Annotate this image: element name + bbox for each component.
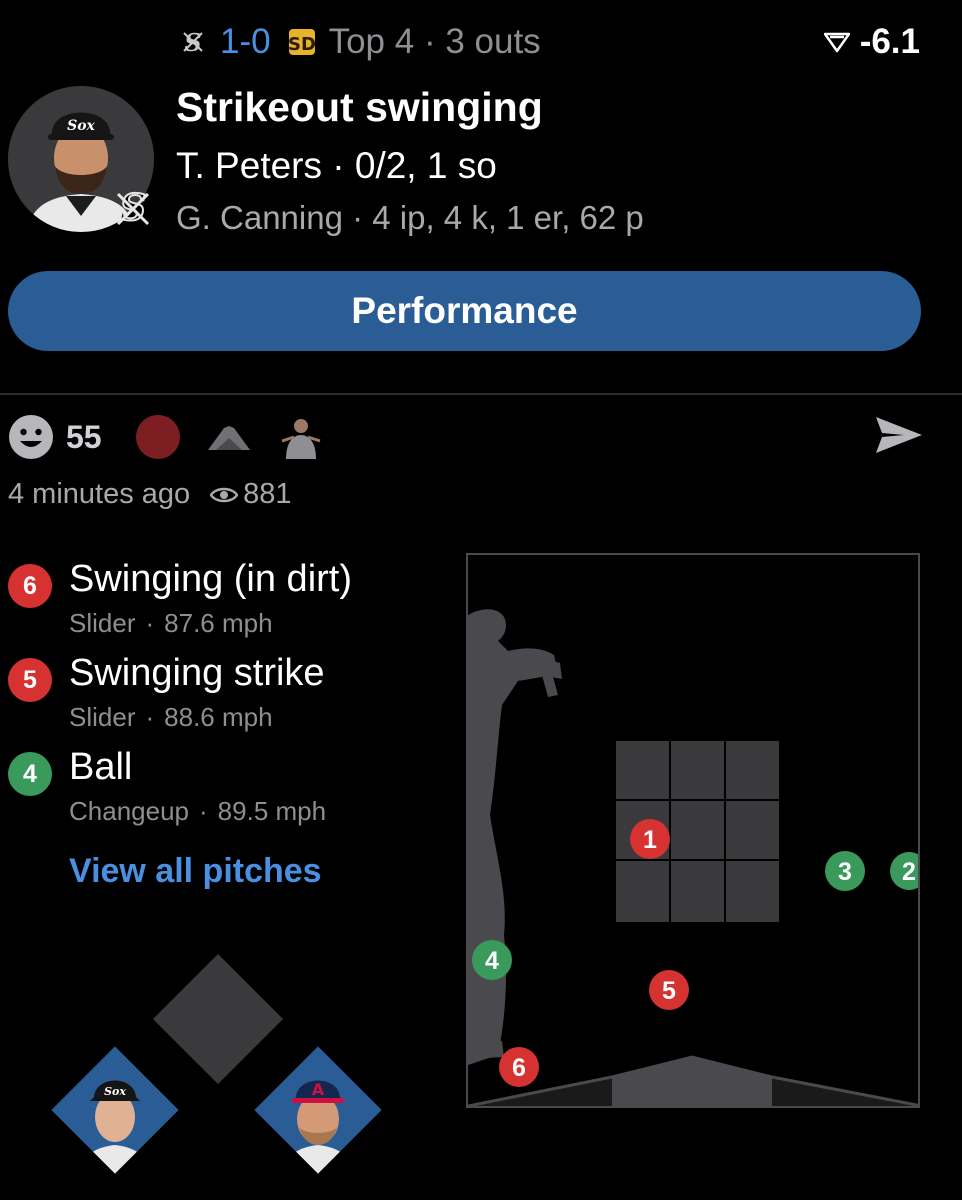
zone-marker-label: 4 [485, 947, 499, 975]
share-icon[interactable] [874, 413, 924, 457]
game-score-line: S 1-0 SD Top 4 · 3 outs [176, 20, 541, 64]
pitch-number-badge: 5 [8, 658, 52, 702]
pitch-speed: 89.5 mph [217, 796, 327, 826]
batter-line[interactable]: T. Peters · 0/2, 1 so [176, 145, 497, 187]
smiley-icon[interactable] [8, 414, 54, 460]
pitcher-line[interactable]: G. Canning · 4 ip, 4 k, 1 er, 62 p [176, 199, 644, 237]
zone-marker[interactable]: 2 [890, 852, 920, 890]
pitch-speed: 88.6 mph [164, 702, 273, 732]
player-reaction-icon[interactable] [278, 415, 324, 459]
pitch-result: Swinging strike [69, 652, 325, 694]
zone-marker-label: 5 [662, 977, 676, 1005]
team-badge-icon: S [108, 180, 158, 234]
pitch-detail: Slider · 88.6 mph [69, 702, 273, 733]
separator: · [145, 702, 155, 732]
reactions-row: 55 [8, 414, 324, 460]
zone-marker-label: 2 [902, 858, 916, 886]
second-base [152, 953, 284, 1085]
pitch-result: Ball [69, 746, 133, 788]
win-probability-icon [823, 31, 850, 53]
strike-zone-graphic: 1 2 3 4 5 6 [468, 609, 920, 1106]
divider [0, 393, 962, 395]
zone-marker-label: 6 [512, 1054, 526, 1082]
pitch-detail: Slider · 87.6 mph [69, 608, 273, 639]
separator: · [145, 608, 155, 638]
reaction-count: 55 [66, 418, 102, 455]
pitch-number-badge: 6 [8, 564, 52, 608]
zone-marker-label: 1 [643, 826, 657, 854]
zone-marker[interactable]: 5 [649, 970, 689, 1010]
zone-marker[interactable]: 6 [499, 1047, 539, 1087]
runner-avatar: A [254, 1046, 381, 1174]
strike-zone-panel: 1 2 3 4 5 6 [466, 553, 920, 1108]
view-count: 881 [243, 478, 292, 510]
runner-third-base[interactable]: Sox [51, 1046, 179, 1174]
runner-first-base[interactable]: A [254, 1046, 382, 1174]
view-all-pitches-link[interactable]: View all pitches [69, 852, 322, 891]
pitch-detail: Changeup · 89.5 mph [69, 796, 326, 827]
white-sox-logo-icon: S [176, 25, 210, 59]
batter-silhouette [468, 609, 562, 1065]
svg-text:Sox: Sox [104, 1085, 126, 1098]
plate-reaction-icon[interactable] [206, 422, 252, 452]
zone-marker-label: 3 [838, 858, 852, 886]
pitch-number-badge: 4 [8, 752, 52, 796]
performance-button[interactable]: Performance [8, 271, 921, 351]
zone-marker[interactable]: 4 [472, 940, 512, 980]
inning-status: Top 4 · 3 outs [328, 22, 541, 61]
post-meta: 4 minutes ago 881 [8, 478, 292, 511]
zone-marker[interactable]: 3 [825, 851, 865, 891]
win-probability-delta: -6.1 [859, 22, 920, 61]
zone-marker[interactable]: 1 [630, 819, 670, 859]
play-title: Strikeout swinging [176, 84, 543, 130]
pitch-speed: 87.6 mph [164, 608, 273, 638]
svg-text:A: A [312, 1080, 325, 1099]
pitch-type: Slider [69, 608, 136, 638]
pitch-result: Swinging (in dirt) [69, 558, 352, 600]
svg-text:SD: SD [288, 34, 316, 55]
padres-logo-icon: SD [285, 25, 319, 59]
time-ago: 4 minutes ago [8, 478, 191, 510]
pitch-type: Changeup [69, 796, 189, 826]
eye-icon [210, 485, 239, 505]
red-reaction-icon[interactable] [135, 415, 180, 459]
runner-avatar: Sox [51, 1046, 178, 1174]
win-probability: -6.1 [823, 20, 920, 64]
pitch-type: Slider [69, 702, 136, 732]
score: 1-0 [220, 22, 271, 61]
separator: · [199, 796, 208, 826]
svg-text:Sox: Sox [67, 118, 95, 134]
